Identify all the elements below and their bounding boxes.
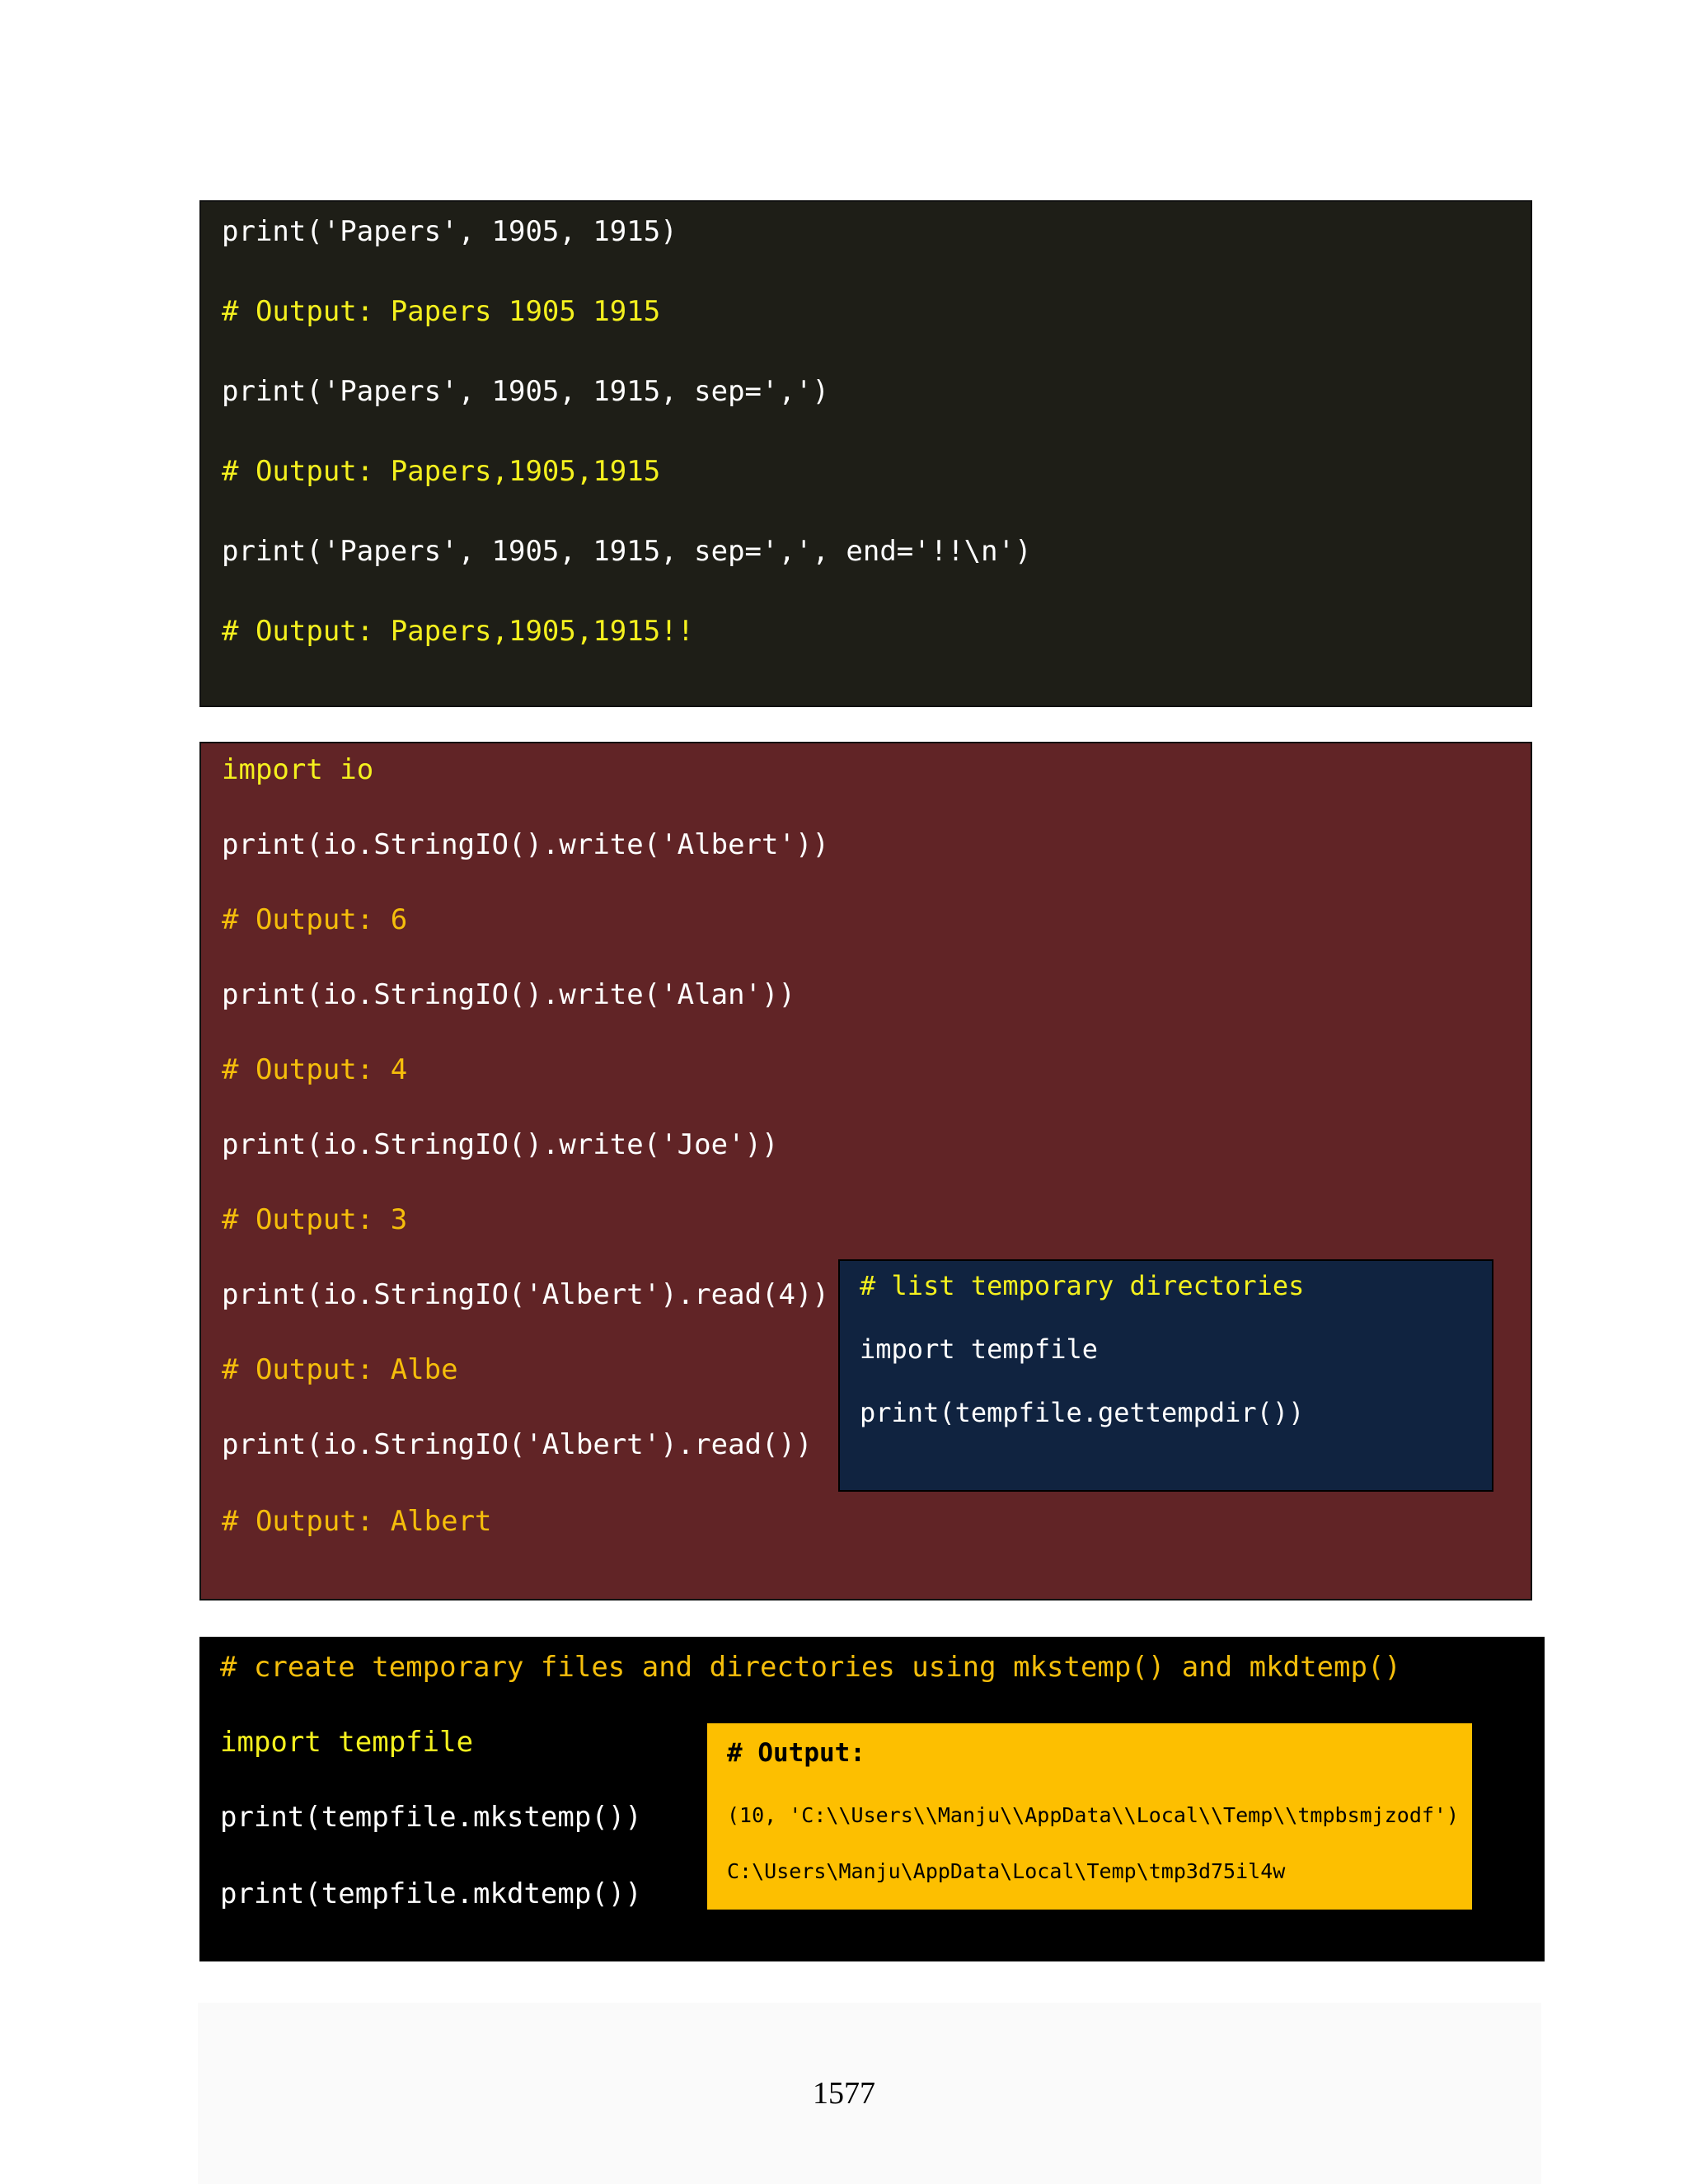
code-line: print(io.StringIO().write('Alan')) <box>222 978 795 1011</box>
output-line: (10, 'C:\\Users\\Manju\\AppData\\Local\\… <box>727 1803 1460 1827</box>
code-line: print(tempfile.mkdtemp()) <box>220 1877 642 1910</box>
output-comment: # Output: 3 <box>222 1203 408 1236</box>
print-sep-end-code-block: print('Papers', 1905, 1915) # Output: Pa… <box>199 200 1532 707</box>
output-title: # Output: <box>727 1738 865 1768</box>
code-line: print('Papers', 1905, 1915, sep=',') <box>222 375 829 408</box>
output-line: C:\Users\Manju\AppData\Local\Temp\tmp3d7… <box>727 1859 1286 1883</box>
output-comment: # Output: Albe <box>222 1353 458 1386</box>
code-line: import tempfile <box>860 1333 1098 1365</box>
code-line: print(io.StringIO().write('Joe')) <box>222 1128 779 1161</box>
output-comment: # Output: Papers 1905 1915 <box>222 295 661 328</box>
code-line: print(io.StringIO('Albert').read()) <box>222 1428 813 1461</box>
output-comment: # Output: 4 <box>222 1053 408 1086</box>
tempdir-code-inset: # list temporary directories import temp… <box>838 1259 1493 1492</box>
stringio-code-block: import io print(io.StringIO().write('Alb… <box>199 742 1532 1601</box>
import-line: import tempfile <box>220 1726 474 1759</box>
output-comment: # Output: Papers,1905,1915 <box>222 455 661 488</box>
code-line: print(io.StringIO('Albert').read(4)) <box>222 1278 829 1311</box>
code-line: print('Papers', 1905, 1915, sep=',', end… <box>222 535 1032 568</box>
code-line: print(tempfile.mkstemp()) <box>220 1801 642 1834</box>
output-comment: # Output: Papers,1905,1915!! <box>222 615 695 648</box>
tempfile-code-block: # create temporary files and directories… <box>199 1637 1545 1961</box>
output-comment: # Output: 6 <box>222 903 408 936</box>
code-line: print(io.StringIO().write('Albert')) <box>222 828 829 861</box>
comment-line: # list temporary directories <box>860 1270 1305 1301</box>
page-number: 1577 <box>813 2076 875 2111</box>
comment-line: # create temporary files and directories… <box>220 1651 1401 1684</box>
output-box: # Output: (10, 'C:\\Users\\Manju\\AppDat… <box>707 1723 1472 1910</box>
output-comment: # Output: Albert <box>222 1505 492 1538</box>
code-line: print('Papers', 1905, 1915) <box>222 215 678 248</box>
import-line: import io <box>222 753 374 786</box>
code-line: print(tempfile.gettempdir()) <box>860 1397 1305 1428</box>
